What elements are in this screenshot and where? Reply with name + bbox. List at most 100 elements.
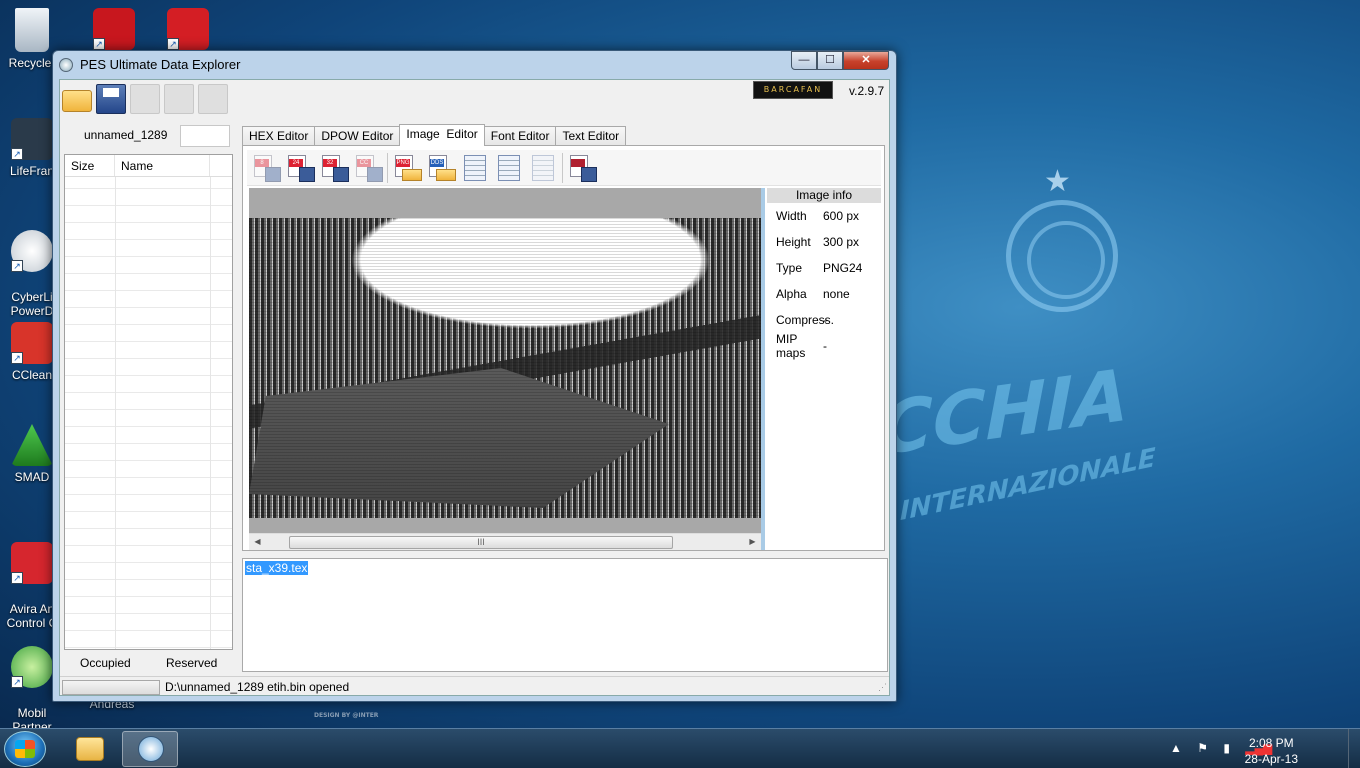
column-header-name[interactable]: Name: [115, 155, 210, 176]
modem-icon: ↗: [11, 646, 53, 688]
info-row-type: Type PNG24: [767, 255, 881, 281]
info-value: 300 px: [823, 235, 860, 249]
export-8bit-icon[interactable]: 8: [251, 153, 281, 183]
info-key: Height: [776, 235, 811, 249]
horizontal-scrollbar[interactable]: ◀ III ▶: [249, 533, 761, 550]
pes-game-icon: ↗: [167, 8, 209, 50]
export-cc-icon[interactable]: CC: [353, 153, 383, 183]
info-row-compress: Compress. -: [767, 307, 881, 333]
star-decoration: ★: [1044, 165, 1071, 198]
info-row-alpha: Alpha none: [767, 281, 881, 307]
window-title: PES Ultimate Data Explorer: [80, 57, 241, 72]
occupied-label: Occupied: [80, 656, 131, 670]
title-bar[interactable]: PES Ultimate Data Explorer — ☐ ✕: [53, 51, 896, 79]
image-info-panel: Image info Width 600 px Height 300 px Type…: [767, 188, 881, 360]
save-all-icon[interactable]: [130, 84, 160, 114]
clock[interactable]: 2:08 PM 28-Apr-13: [1245, 735, 1298, 767]
action-center-flag-icon[interactable]: ⚑: [1197, 741, 1208, 755]
app-window: PES Ultimate Data Explorer — ☐ ✕ BARCAFA…: [52, 50, 897, 702]
status-bar: D:\unnamed_1289 etih.bin opened ⋰: [60, 676, 889, 696]
info-row-width: Width 600 px: [767, 203, 881, 229]
minimize-button[interactable]: —: [791, 51, 817, 70]
column-header-size[interactable]: Size: [65, 155, 115, 176]
show-desktop-button[interactable]: [1348, 729, 1360, 768]
app-icon: [59, 58, 73, 72]
import-palette-icon[interactable]: [494, 153, 524, 183]
version-label: v.2.9.7: [849, 84, 885, 98]
shortcut-arrow-icon: ↗: [11, 352, 23, 364]
avira-umbrella-icon: ↗: [11, 542, 53, 584]
desktop-icon-pes[interactable]: ↗: [156, 8, 220, 54]
client-area: BARCAFAN v.2.9.7 unnamed_1289 Size Name …: [59, 79, 890, 696]
taskbar-app-button[interactable]: [122, 731, 178, 767]
shortcut-arrow-icon: ↗: [11, 572, 23, 584]
info-row-mipmaps: MIP maps -: [767, 332, 881, 360]
main-toolbar: [62, 84, 228, 114]
shortcut-arrow-icon: ↗: [93, 38, 105, 50]
file-list[interactable]: Size Name: [64, 154, 233, 650]
windows-logo-icon: [15, 740, 35, 758]
battery-icon[interactable]: ▮: [1223, 741, 1230, 755]
taskbar-explorer-button[interactable]: [62, 731, 118, 767]
info-key: Type: [776, 261, 803, 275]
taskbar: ▲ ⚑ ▮ ▂▄▆ 2:08 PM 28-Apr-13: [0, 728, 1360, 768]
barcafan-logo: BARCAFAN: [753, 81, 833, 99]
save-icon[interactable]: [96, 84, 126, 114]
reserved-label: Reserved: [166, 656, 218, 670]
preview-icon[interactable]: [567, 153, 597, 183]
desktop-icon-acrobat[interactable]: ↗: [82, 8, 146, 54]
wallpaper-title: CCHIA: [880, 352, 1129, 472]
info-value: 600 px: [823, 209, 860, 223]
import-png-icon[interactable]: PNG: [392, 153, 422, 183]
folder-icon: [76, 737, 104, 761]
export-view-icon[interactable]: [460, 153, 490, 183]
scroll-left-arrow-icon[interactable]: ◀: [249, 534, 266, 551]
selected-log-text[interactable]: sta_x39.tex: [245, 561, 309, 575]
tab-text-editor[interactable]: Text Editor: [555, 126, 627, 146]
progress-bar: [62, 680, 160, 695]
clock-date: 28-Apr-13: [1244, 752, 1298, 766]
recycle-bin-icon: [15, 8, 49, 52]
image-info-header: Image info: [767, 188, 881, 203]
edit-document-icon[interactable]: [164, 84, 194, 114]
resize-grip-icon[interactable]: ⋰: [878, 682, 887, 693]
shortcut-arrow-icon: ↗: [11, 148, 23, 160]
export-24bit-icon[interactable]: 24: [285, 153, 315, 183]
open-folder-icon[interactable]: [62, 90, 92, 112]
column-divider: [210, 177, 211, 649]
export-32bit-icon[interactable]: 32: [319, 153, 349, 183]
info-key: Width: [776, 209, 807, 223]
pdf-icon: ↗: [93, 8, 135, 50]
scrollbar-thumb[interactable]: III: [289, 536, 673, 549]
tab-dpow-editor[interactable]: DPOW Editor: [314, 126, 401, 146]
info-row-height: Height 300 px: [767, 229, 881, 255]
file-name-box[interactable]: [180, 125, 230, 147]
scroll-right-arrow-icon[interactable]: ▶: [744, 534, 761, 551]
status-text: D:\unnamed_1289 etih.bin opened: [165, 680, 350, 694]
tab-font-editor[interactable]: Font Editor: [483, 126, 557, 146]
close-button[interactable]: ✕: [843, 51, 889, 70]
maximize-button[interactable]: ☐: [817, 51, 843, 70]
log-textbox[interactable]: sta_x39.tex: [242, 558, 888, 672]
clock-time: 2:08 PM: [1248, 736, 1294, 750]
shortcut-arrow-icon: ↗: [11, 676, 23, 688]
tab-hex-editor[interactable]: HEX Editor: [242, 126, 316, 146]
shortcut-arrow-icon: ↗: [167, 38, 179, 50]
editor-tabs: HEX Editor DPOW Editor Image Editor Font…: [242, 124, 627, 146]
ccleaner-icon: ↗: [11, 322, 53, 364]
window-controls: — ☐ ✕: [791, 51, 889, 70]
start-button[interactable]: [4, 731, 46, 767]
info-key: Compress.: [776, 313, 835, 327]
tab-image-editor[interactable]: Image Editor: [399, 124, 485, 146]
shortcut-arrow-icon: ↗: [11, 260, 23, 272]
info-key: Alpha: [776, 287, 807, 301]
splitter[interactable]: [761, 188, 765, 550]
smadav-icon: [11, 424, 53, 466]
toolbar-separator: [562, 153, 563, 183]
show-hidden-icons-icon[interactable]: ▲: [1170, 741, 1182, 755]
reverse-icon[interactable]: [528, 153, 558, 183]
export-icon[interactable]: [198, 84, 228, 114]
image-canvas[interactable]: [249, 188, 761, 533]
import-dds-icon[interactable]: DDS: [426, 153, 456, 183]
info-value: -: [823, 339, 827, 353]
